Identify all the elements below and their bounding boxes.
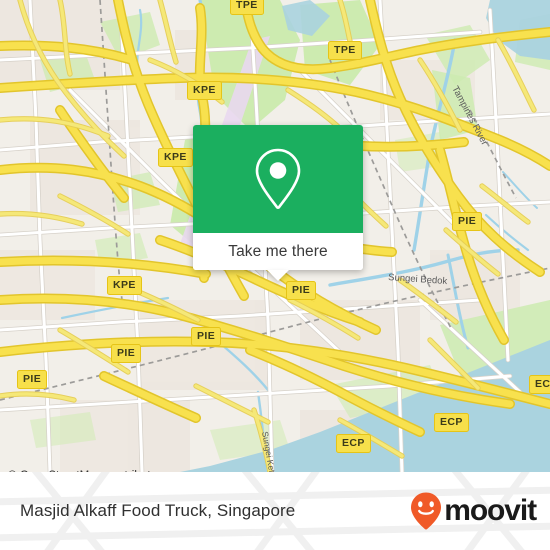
- take-me-there-label: Take me there: [228, 242, 328, 260]
- road-shield-pie-5[interactable]: PIE: [452, 212, 483, 231]
- road-shield-tpe-1[interactable]: TPE: [328, 41, 362, 60]
- road-shield-ecp-12[interactable]: ECP: [336, 434, 371, 453]
- card-icon-area: [193, 125, 363, 233]
- card-action-area[interactable]: Take me there: [193, 233, 363, 270]
- location-title: Masjid Alkaff Food Truck, Singapore: [20, 501, 296, 520]
- road-shield-pie-9[interactable]: PIE: [17, 370, 48, 389]
- road-shield-pie-7[interactable]: PIE: [191, 327, 222, 346]
- road-shield-kpe-2[interactable]: KPE: [187, 81, 222, 100]
- footer-bar: Masjid Alkaff Food Truck, Singapore moov…: [0, 472, 550, 550]
- moovit-location-page: Tampines River Sungei Bedok Sungei Ketapan…: [0, 0, 550, 550]
- road-shield-pie-8[interactable]: PIE: [111, 344, 142, 363]
- osm-attribution[interactable]: © OpenStreetMap contributors: [8, 470, 167, 472]
- moovit-smile-pin-icon: [411, 492, 442, 530]
- road-shield-kpe-3[interactable]: KPE: [158, 148, 193, 167]
- road-shield-pie-6[interactable]: PIE: [286, 281, 317, 300]
- moovit-wordmark: moovit: [444, 494, 537, 527]
- road-shield-ecp-11[interactable]: ECP: [434, 413, 469, 432]
- road-shield-ecp-10[interactable]: ECP: [529, 375, 550, 394]
- take-me-there-card[interactable]: Take me there: [193, 125, 363, 281]
- card-pointer-tail: [267, 270, 289, 281]
- road-shield-tpe-0[interactable]: TPE: [230, 0, 264, 15]
- road-shield-kpe-4[interactable]: KPE: [107, 276, 142, 295]
- moovit-brand[interactable]: moovit: [409, 491, 537, 531]
- location-pin-icon: [255, 148, 301, 210]
